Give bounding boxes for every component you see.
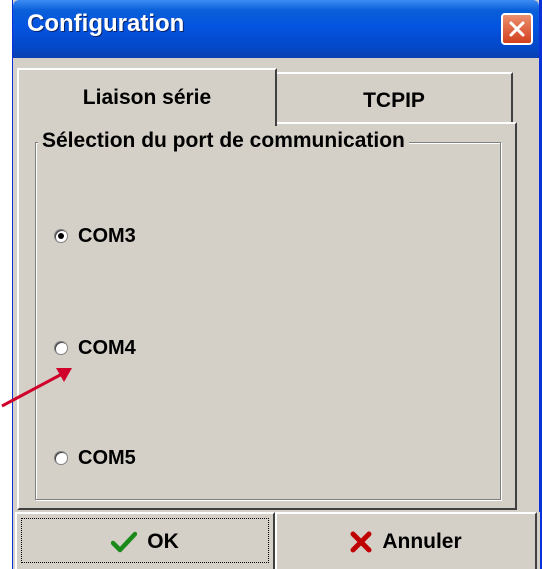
group-title: Sélection du port de communication [38, 129, 409, 153]
port-selection-group: Sélection du port de communication COM3 … [35, 129, 501, 500]
tab-label: Liaison série [82, 86, 212, 109]
window-title: Configuration [27, 10, 185, 37]
ok-label: OK [147, 529, 179, 553]
configuration-dialog: Configuration Liaison série TCPIP Sélect… [12, 0, 542, 569]
arrow-icon [1, 368, 72, 408]
radio-label: COM5 [78, 446, 136, 469]
tab-tcpip[interactable]: TCPIP [277, 72, 513, 122]
checkmark-icon [111, 531, 138, 553]
close-button[interactable] [501, 13, 533, 45]
radio-com5[interactable]: COM5 [54, 443, 136, 473]
radio-button[interactable] [54, 451, 68, 465]
tab-panel: Sélection du port de communication COM3 … [17, 122, 517, 510]
radio-label: COM4 [78, 336, 136, 359]
cancel-button[interactable]: Annuler [275, 512, 537, 569]
tab-liaison-serie[interactable]: Liaison série [17, 68, 277, 126]
radio-com4[interactable]: COM4 [54, 333, 136, 363]
radio-label: COM3 [78, 224, 136, 247]
cancel-label: Annuler [382, 529, 462, 553]
ok-button[interactable]: OK [15, 512, 275, 569]
close-icon [509, 21, 525, 37]
radio-button[interactable] [54, 229, 68, 243]
x-icon [350, 531, 372, 553]
tab-label: TCPIP [363, 89, 425, 112]
radio-com3[interactable]: COM3 [54, 221, 136, 251]
button-bar: OK Annuler [13, 512, 540, 569]
radio-button[interactable] [54, 341, 68, 355]
title-bar[interactable]: Configuration [13, 0, 539, 58]
